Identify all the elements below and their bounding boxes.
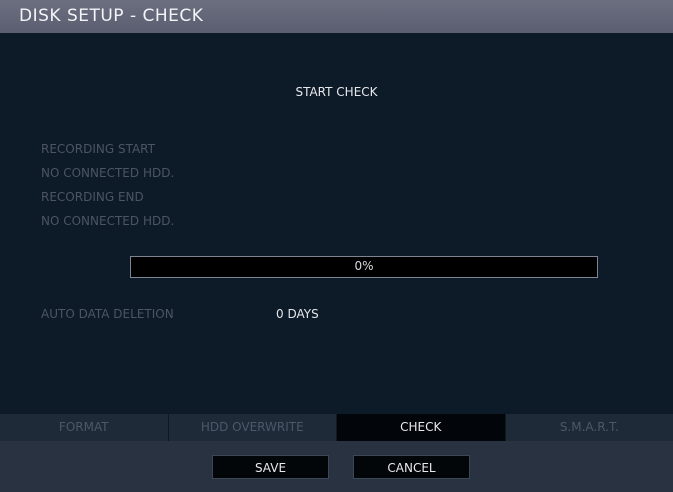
recording-end-label: RECORDING END [41, 190, 144, 204]
title-bar: DISK SETUP - CHECK [0, 0, 673, 33]
tab-check[interactable]: CHECK [337, 414, 506, 441]
window-title: DISK SETUP - CHECK [19, 6, 204, 26]
disk-setup-window: DISK SETUP - CHECK START CHECK RECORDING… [0, 0, 673, 492]
start-check-button[interactable]: START CHECK [0, 85, 673, 99]
cancel-button[interactable]: CANCEL [353, 455, 470, 479]
disk-setup-tabs: FORMAT HDD OVERWRITE CHECK S.M.A.R.T. [0, 414, 673, 441]
save-button[interactable]: SAVE [212, 455, 329, 479]
check-panel: START CHECK RECORDING START NO CONNECTED… [0, 33, 673, 414]
recording-start-value: NO CONNECTED HDD. [41, 166, 175, 180]
tab-smart[interactable]: S.M.A.R.T. [505, 414, 673, 441]
check-progress-bar: 0% [130, 256, 598, 278]
auto-data-deletion-label: AUTO DATA DELETION [41, 307, 174, 321]
recording-end-value: NO CONNECTED HDD. [41, 214, 175, 228]
auto-data-deletion-value: 0 DAYS [276, 307, 319, 321]
tab-format[interactable]: FORMAT [0, 414, 169, 441]
recording-start-label: RECORDING START [41, 142, 155, 156]
tab-hdd-overwrite[interactable]: HDD OVERWRITE [168, 414, 337, 441]
button-bar: SAVE CANCEL [0, 441, 673, 492]
progress-percent: 0% [354, 259, 374, 273]
